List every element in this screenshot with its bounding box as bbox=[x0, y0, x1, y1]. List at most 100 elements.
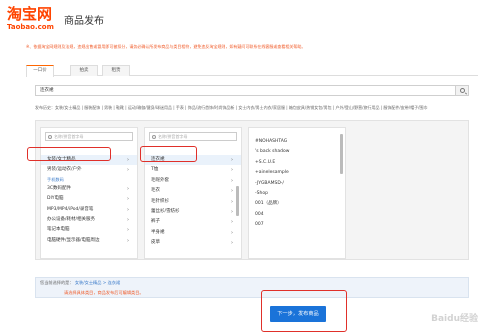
list-item[interactable]: +ainelesample bbox=[249, 168, 345, 178]
list-item[interactable]: 电脑硬件/显示器/电脑周边 › bbox=[41, 236, 137, 246]
column2-filter-input[interactable]: 名称/拼音首字母 bbox=[149, 132, 237, 141]
logo-en-text: Taobao.com bbox=[7, 23, 54, 31]
search-icon bbox=[48, 135, 52, 139]
column2-scrollbar[interactable] bbox=[236, 186, 239, 216]
tab-rental[interactable]: 租赁 bbox=[102, 65, 130, 76]
chevron-right-icon: › bbox=[127, 185, 129, 192]
list-item-women-clothing[interactable]: 女装/女士精品 › bbox=[41, 155, 137, 166]
list-item[interactable]: DIY电脑 › bbox=[41, 194, 137, 204]
list-item[interactable]: -Shop bbox=[249, 189, 345, 199]
list-item[interactable]: 半身裙 › bbox=[145, 228, 241, 238]
chevron-right-icon: › bbox=[127, 196, 129, 203]
list-item[interactable]: 004 bbox=[249, 210, 345, 220]
list-item[interactable]: -JYGBAMSD-/ bbox=[249, 179, 345, 189]
chevron-right-icon: › bbox=[127, 227, 129, 234]
watermark: Baidu经验 bbox=[431, 314, 478, 324]
list-item[interactable]: 笔记本电脑 › bbox=[41, 225, 137, 235]
list-item[interactable]: 's back shadow bbox=[249, 147, 345, 157]
list-item-label: MP3/MP4/iPod/录音笔 bbox=[47, 206, 94, 212]
search-icon bbox=[460, 88, 465, 93]
list-group-header: 手机数码 bbox=[41, 176, 137, 184]
category-column-level2: 名称/拼音首字母 连衣裙 › T恤 › 毛呢外套 › 毛衣 › 毛针织衫 › 蕾丝衫/雪纺… bbox=[144, 127, 242, 259]
column2-filter-placeholder: 名称/拼音首字母 bbox=[158, 134, 188, 139]
list-item-label: -Shop bbox=[255, 190, 268, 196]
list-item-label: 004 bbox=[255, 211, 264, 217]
list-item[interactable]: 007 bbox=[249, 220, 345, 230]
list-item-label: +S.C.U.E bbox=[255, 159, 276, 165]
category-search-input[interactable]: 连衣裙 bbox=[35, 85, 469, 96]
list-item[interactable]: 蕾丝衫/雪纺衫 › bbox=[145, 207, 241, 217]
chevron-right-icon: › bbox=[231, 240, 233, 247]
chevron-right-icon: › bbox=[231, 219, 233, 226]
search-button[interactable] bbox=[455, 85, 469, 96]
column3-list: #NOHASHTAG 's back shadow +S.C.U.E +aine… bbox=[249, 137, 345, 231]
list-item-label: 皮草 bbox=[151, 240, 160, 246]
list-item[interactable]: 毛衣 › bbox=[145, 186, 241, 196]
list-item[interactable]: T恤 › bbox=[145, 165, 241, 175]
column1-filter-placeholder: 名称/拼音首字母 bbox=[54, 134, 84, 139]
list-item-label: 's back shadow bbox=[255, 149, 290, 155]
chevron-right-icon: › bbox=[231, 198, 233, 205]
list-item[interactable]: 3C数码配件 › bbox=[41, 184, 137, 194]
search-value: 连衣裙 bbox=[40, 88, 54, 93]
list-group-label: 手机数码 bbox=[47, 176, 64, 182]
list-item-label: 女装/女士精品 bbox=[47, 157, 76, 162]
list-item-label: 毛针织衫 bbox=[151, 198, 169, 204]
tab-auction[interactable]: 拍卖 bbox=[70, 65, 98, 76]
notice-text: ※、依据淘宝网规则及法规，违规出售或冒用即可被扣分，请务必确认所发布商品与类目相… bbox=[26, 44, 306, 49]
chevron-right-icon: › bbox=[231, 157, 233, 163]
category-warning: 请选择具体类目，商品发布后可编辑类目。 bbox=[64, 290, 144, 295]
list-item-label: 3C数码配件 bbox=[47, 185, 72, 191]
list-item-label: 蕾丝衫/雪纺衫 bbox=[151, 208, 180, 214]
next-publish-button[interactable]: 下一步，发布商品 bbox=[270, 306, 326, 322]
list-item[interactable]: 毛呢外套 › bbox=[145, 176, 241, 186]
list-item[interactable]: +S.C.U.E bbox=[249, 158, 345, 168]
category-panel: 名称/拼音首字母 女装/女士精品 › 男装/运动衣/户外 › 手机数码 3C数码配件… bbox=[35, 120, 469, 260]
column1-filter-input[interactable]: 名称/拼音首字母 bbox=[45, 132, 133, 141]
list-item[interactable]: 裤子 › bbox=[145, 217, 241, 227]
chevron-right-icon: › bbox=[231, 188, 233, 195]
list-item-label: 电脑硬件/显示器/电脑周边 bbox=[47, 237, 100, 243]
column2-list: 连衣裙 › T恤 › 毛呢外套 › 毛衣 › 毛针织衫 › 蕾丝衫/雪纺衫 › 裤子 › 半身… bbox=[145, 155, 241, 249]
chevron-right-icon: › bbox=[127, 206, 129, 213]
list-item[interactable]: 毛针织衫 › bbox=[145, 197, 241, 207]
chevron-right-icon: › bbox=[127, 167, 129, 174]
chevron-right-icon: › bbox=[127, 237, 129, 244]
search-icon bbox=[152, 135, 156, 139]
listing-type-tabs: 一口价 拍卖 租赁 bbox=[26, 65, 478, 77]
recent-categories[interactable]: 发布历史：女装/女士精品 | 服装配饰 | 男装 | 鞋靴 | 运动/瑜伽/健身… bbox=[35, 104, 469, 112]
list-item-label: #NOHASHTAG bbox=[255, 139, 288, 144]
list-item[interactable]: 男装/运动衣/户外 › bbox=[41, 165, 137, 175]
list-item[interactable]: 办公设备/耗材/相关服务 › bbox=[41, 215, 137, 225]
list-item-dress[interactable]: 连衣裙 › bbox=[145, 155, 241, 166]
list-item-label: 连衣裙 bbox=[151, 157, 165, 162]
chevron-right-icon: › bbox=[231, 177, 233, 184]
category-column-level1: 名称/拼音首字母 女装/女士精品 › 男装/运动衣/户外 › 手机数码 3C数码配件… bbox=[40, 127, 138, 259]
list-item[interactable]: #NOHASHTAG bbox=[249, 137, 345, 147]
category-column-brand: #NOHASHTAG 's back shadow +S.C.U.E +aine… bbox=[248, 127, 346, 259]
tab-fixed-price[interactable]: 一口价 bbox=[26, 65, 54, 77]
list-item-label: -JYGBAMSD-/ bbox=[255, 180, 284, 186]
chevron-right-icon: › bbox=[231, 208, 233, 215]
column3-scrollbar[interactable] bbox=[340, 134, 343, 174]
header: 淘宝网 Taobao.com 商品发布 bbox=[0, 0, 500, 40]
logo-cn-text: 淘宝网 bbox=[7, 5, 53, 23]
taobao-logo[interactable]: 淘宝网 Taobao.com bbox=[7, 6, 54, 31]
list-item-label: 办公设备/耗材/相关服务 bbox=[47, 216, 96, 222]
selected-category-path: 女装/女士精品 > 连衣裙 bbox=[74, 280, 121, 285]
chevron-right-icon: › bbox=[127, 157, 129, 163]
list-item-label: 001（品牌） bbox=[255, 201, 282, 207]
list-item-label: DIY电脑 bbox=[47, 196, 64, 202]
list-item-label: T恤 bbox=[151, 167, 159, 173]
selected-category-line: 您当前选择的是： 女装/女士精品 > 连衣裙 bbox=[40, 280, 120, 286]
list-item-label: 毛衣 bbox=[151, 188, 160, 194]
list-item-label: +ainelesample bbox=[255, 170, 289, 176]
selected-category-label: 您当前选择的是： bbox=[40, 280, 74, 285]
chevron-right-icon: › bbox=[231, 167, 233, 174]
list-item[interactable]: 001（品牌） bbox=[249, 199, 345, 209]
column1-list: 女装/女士精品 › 男装/运动衣/户外 › 手机数码 3C数码配件 › DIY电脑 › … bbox=[41, 155, 137, 246]
list-item[interactable]: MP3/MP4/iPod/录音笔 › bbox=[41, 205, 137, 215]
list-item-label: 毛呢外套 bbox=[151, 177, 169, 183]
list-item-label: 半身裙 bbox=[151, 229, 165, 235]
list-item[interactable]: 皮草 › bbox=[145, 238, 241, 248]
